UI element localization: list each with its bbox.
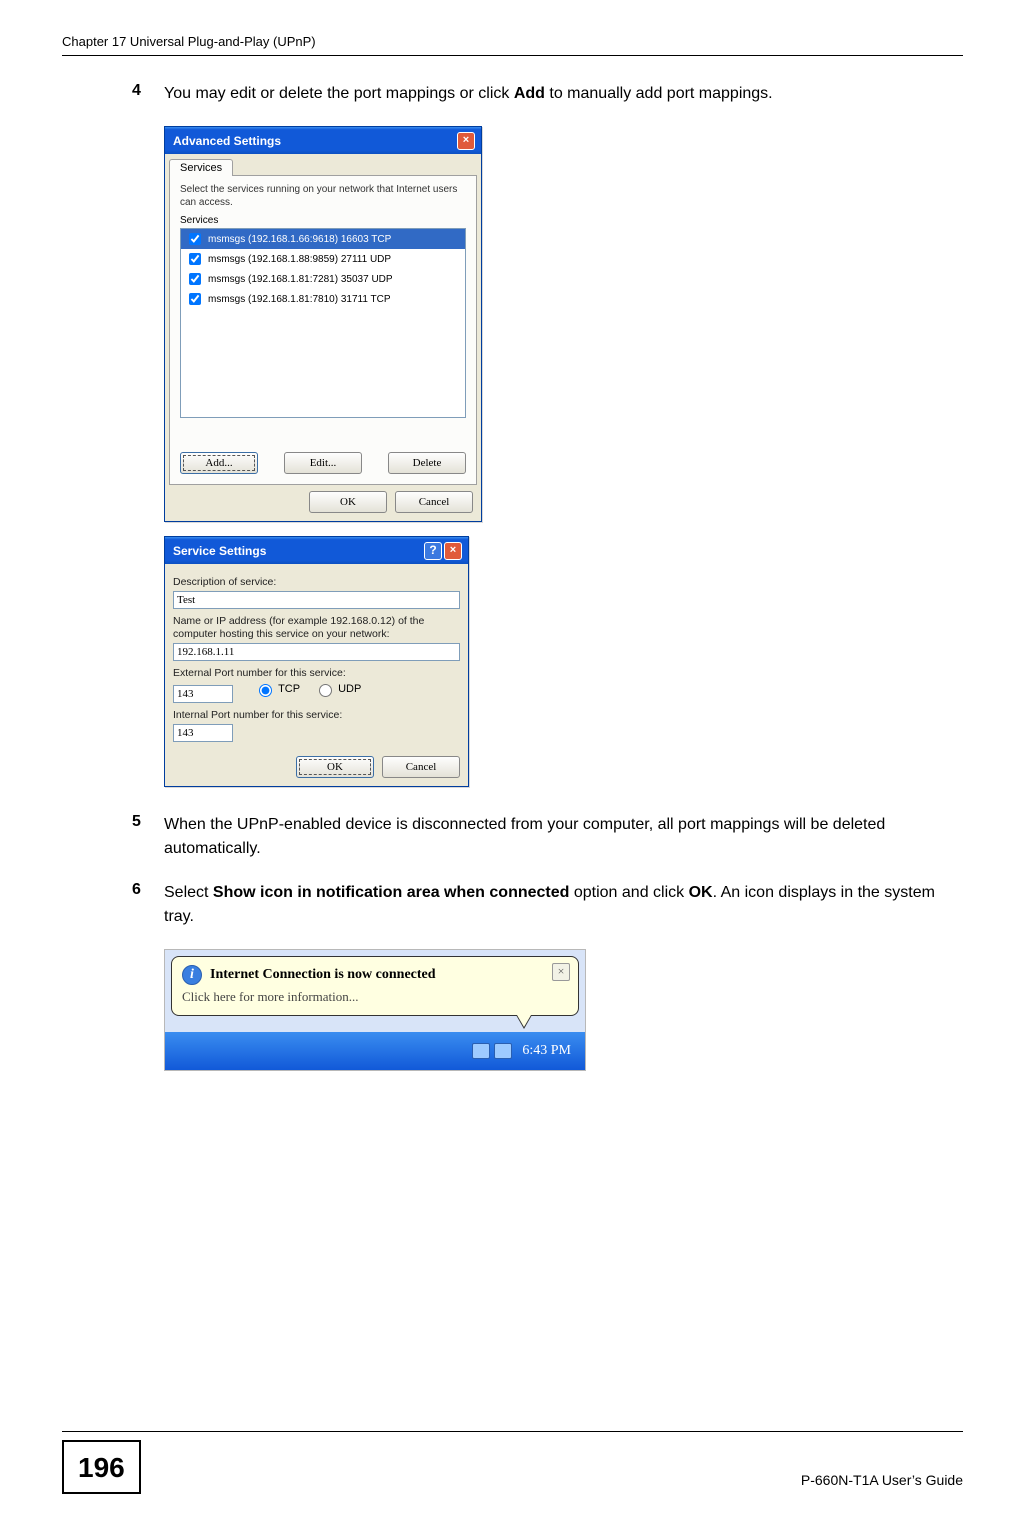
step-4-text: You may edit or delete the port mappings… [164, 82, 773, 106]
service-item[interactable]: msmsgs (192.168.1.81:7810) 31711 TCP [181, 289, 465, 309]
close-icon[interactable]: × [444, 542, 462, 560]
tcp-label: TCP [278, 683, 300, 695]
advanced-settings-titlebar: Advanced Settings × [165, 127, 481, 154]
service-item-label: msmsgs (192.168.1.81:7810) 31711 TCP [208, 294, 391, 305]
info-icon: i [182, 965, 202, 985]
page-footer: 196 P-660N-T1A User’s Guide [62, 1431, 963, 1494]
edit-button[interactable]: Edit... [284, 452, 362, 474]
close-icon[interactable]: × [457, 132, 475, 150]
step-6: 6 Select Show icon in notification area … [132, 881, 935, 929]
notification-balloon[interactable]: × i Internet Connection is now connected… [171, 956, 579, 1016]
step-6-number: 6 [132, 881, 164, 929]
description-label: Description of service: [173, 576, 460, 589]
ok-button[interactable]: OK [296, 756, 374, 778]
systray-screenshot: × i Internet Connection is now connected… [164, 949, 586, 1071]
host-label: Name or IP address (for example 192.168.… [173, 615, 460, 641]
guide-name: P-660N-T1A User’s Guide [801, 1472, 963, 1494]
services-description: Select the services running on your netw… [180, 184, 466, 209]
service-item-label: msmsgs (192.168.1.66:9618) 16603 TCP [208, 234, 391, 245]
advanced-settings-title: Advanced Settings [173, 134, 281, 148]
balloon-close-icon[interactable]: × [552, 963, 570, 981]
service-checkbox[interactable] [189, 293, 201, 305]
add-button[interactable]: Add... [180, 452, 258, 474]
service-settings-title: Service Settings [173, 544, 266, 558]
service-item-label: msmsgs (192.168.1.88:9859) 27111 UDP [208, 254, 391, 265]
external-port-input[interactable] [173, 685, 233, 703]
help-icon[interactable]: ? [424, 542, 442, 560]
step-4-number: 4 [132, 82, 164, 106]
network-icon[interactable] [472, 1043, 490, 1059]
service-settings-body: Description of service: Name or IP addre… [165, 564, 468, 750]
service-item[interactable]: msmsgs (192.168.1.88:9859) 27111 UDP [181, 249, 465, 269]
internal-port-label: Internal Port number for this service: [173, 709, 460, 722]
step-4: 4 You may edit or delete the port mappin… [132, 82, 935, 106]
services-tab-panel: Select the services running on your netw… [169, 175, 477, 485]
tab-services[interactable]: Services [169, 159, 233, 176]
balloon-title-text: Internet Connection is now connected [210, 967, 436, 983]
balloon-subtext: Click here for more information... [182, 989, 568, 1005]
step-4-pre: You may edit or delete the port mappings… [164, 85, 514, 102]
service-checkbox[interactable] [189, 253, 201, 265]
network-icon[interactable] [494, 1043, 512, 1059]
step-5-number: 5 [132, 813, 164, 861]
step-4-post: to manually add port mappings. [545, 85, 773, 102]
taskbar: 6:43 PM [165, 1032, 585, 1070]
tcp-radio[interactable] [259, 684, 272, 697]
step-6-pre: Select [164, 884, 213, 901]
running-header: Chapter 17 Universal Plug-and-Play (UPnP… [62, 34, 963, 56]
step-5: 5 When the UPnP-enabled device is discon… [132, 813, 935, 861]
udp-radio[interactable] [319, 684, 332, 697]
service-checkbox[interactable] [189, 273, 201, 285]
step-4-bold: Add [514, 85, 545, 102]
service-settings-window: Service Settings ? × Description of serv… [164, 536, 469, 787]
step-6-mid: option and click [569, 884, 688, 901]
clock: 6:43 PM [522, 1043, 571, 1059]
host-input[interactable] [173, 643, 460, 661]
cancel-button[interactable]: Cancel [395, 491, 473, 513]
services-label: Services [180, 215, 466, 226]
service-item[interactable]: msmsgs (192.168.1.81:7281) 35037 UDP [181, 269, 465, 289]
delete-button[interactable]: Delete [388, 452, 466, 474]
ok-button[interactable]: OK [309, 491, 387, 513]
service-item[interactable]: msmsgs (192.168.1.66:9618) 16603 TCP [181, 229, 465, 249]
udp-label: UDP [338, 683, 361, 695]
step-5-text: When the UPnP-enabled device is disconne… [164, 813, 935, 861]
balloon-tail-icon [516, 1015, 532, 1029]
service-settings-titlebar: Service Settings ? × [165, 537, 468, 564]
advanced-settings-window: Advanced Settings × Services Select the … [164, 126, 482, 522]
internal-port-input[interactable] [173, 724, 233, 742]
page-number: 196 [62, 1440, 141, 1494]
service-checkbox[interactable] [189, 233, 201, 245]
cancel-button[interactable]: Cancel [382, 756, 460, 778]
step-6-text: Select Show icon in notification area wh… [164, 881, 935, 929]
services-list[interactable]: msmsgs (192.168.1.66:9618) 16603 TCP msm… [180, 228, 466, 418]
description-input[interactable] [173, 591, 460, 609]
step-6-bold1: Show icon in notification area when conn… [213, 884, 569, 901]
step-6-bold2: OK [689, 884, 713, 901]
service-item-label: msmsgs (192.168.1.81:7281) 35037 UDP [208, 274, 393, 285]
external-port-label: External Port number for this service: [173, 667, 460, 680]
tray-icons [472, 1043, 512, 1059]
